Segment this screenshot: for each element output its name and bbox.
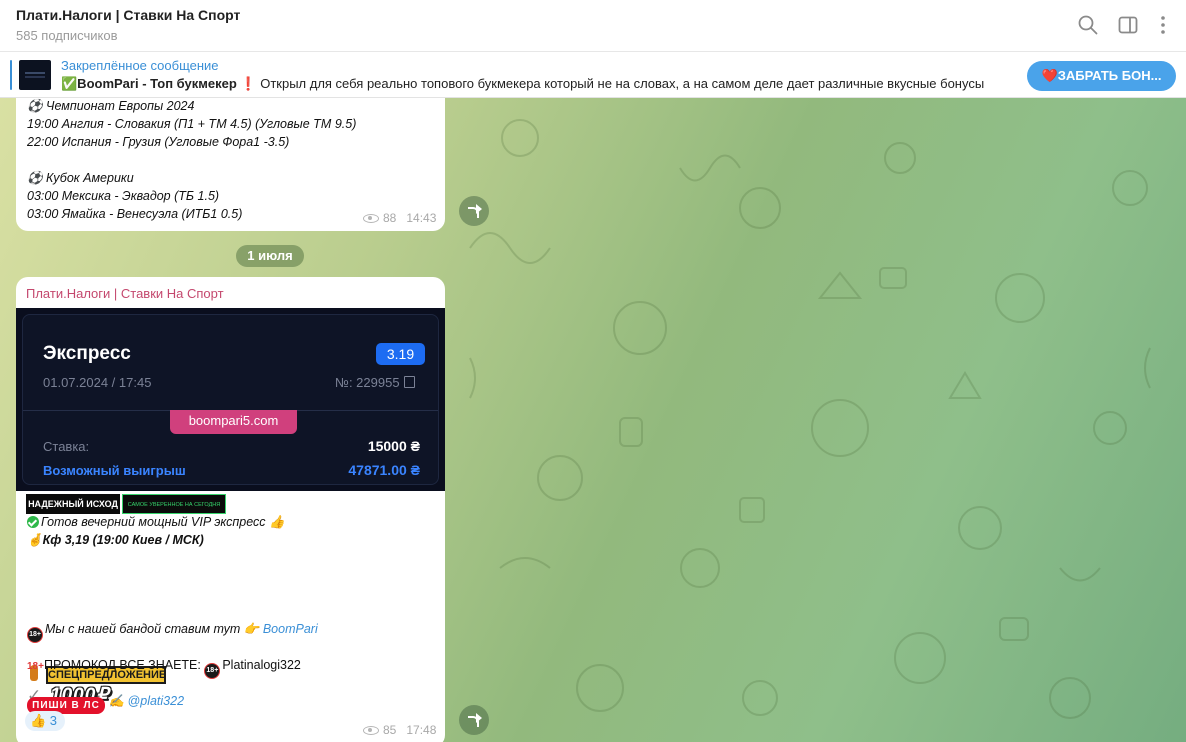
message-line: Готов вечерний мощный VIP экспресс 👍 xyxy=(27,515,285,530)
domain-tag: boompari5.com xyxy=(170,410,297,434)
bet-type: Экспресс xyxy=(43,343,131,364)
reliable-outcome-badge: НАДЕЖНЫЙ ИСХОД xyxy=(26,494,120,514)
date-separator: 1 июля xyxy=(236,245,304,267)
view-count: 88 xyxy=(383,211,397,225)
message-meta: 88 14:43 xyxy=(363,211,436,225)
band-text: Мы с нашей бандой ставим тут 👉 xyxy=(45,622,263,636)
ready-text: Готов вечерний мощный VIP экспресс 👍 xyxy=(41,515,285,529)
bet-number-text: №: 229955 xyxy=(335,375,400,390)
message-line: 🤞Кф 3,19 (19:00 Киев / МСК) xyxy=(27,533,204,548)
promo-code[interactable]: Platinalogi322 xyxy=(222,658,301,672)
views-icon xyxy=(363,214,379,223)
forward-icon[interactable] xyxy=(459,705,489,735)
pinned-body: ❗ Открыл для себя реально топового букме… xyxy=(236,76,985,91)
message-sender[interactable]: Плати.Налоги | Ставки На Спорт xyxy=(26,286,224,301)
pinned-label: Закреплённое сообщение xyxy=(61,58,219,73)
writing-hand-icon: ✍ xyxy=(108,694,125,708)
boompari-link[interactable]: BoomPari xyxy=(263,622,318,636)
contact-link[interactable]: @plati322 xyxy=(128,694,184,708)
potential-win-label: Возможный выигрыш xyxy=(43,463,186,478)
view-count: 85 xyxy=(383,723,397,737)
channel-title[interactable]: Плати.Налоги | Ставки На Спорт xyxy=(16,7,240,23)
bet-date: 01.07.2024 / 17:45 xyxy=(43,375,152,390)
age-18-icon: 18+ xyxy=(204,663,221,679)
pinned-text: ✅BoomPari - Топ букмекер ❗ Открыл для се… xyxy=(61,76,1011,92)
odds-text: Кф 3,19 (19:00 Киев / МСК) xyxy=(42,533,204,547)
message-line: ⚽ Чемпионат Европы 2024 xyxy=(27,99,195,113)
message-line: 18+ Мы с нашей бандой ставим тут 👉 BoomPa… xyxy=(27,622,318,643)
odds-badge: 3.19 xyxy=(376,343,425,365)
most-confident-badge: САМОЕ УВЕРЕННОЕ НА СЕГОДНЯ xyxy=(122,494,226,514)
message-meta: 85 17:48 xyxy=(363,723,436,737)
message-time: 14:43 xyxy=(406,211,437,225)
claim-bonus-button[interactable]: ❤️ЗАБРАТЬ БОН... xyxy=(1027,61,1176,91)
message-line: 19:00 Англия - Словакия (П1 + ТМ 4.5) (У… xyxy=(27,117,357,131)
age-18-icon: 18+ xyxy=(27,627,43,643)
message-line: 22:00 Испания - Грузия (Угловые Фора1 -3… xyxy=(27,135,290,149)
subscriber-count: 585 подписчиков xyxy=(16,28,118,43)
message-line: 03:00 Ямайка - Венесуэла (ИТБ1 0.5) xyxy=(27,207,243,221)
pinned-indicator xyxy=(10,60,12,90)
message-time: 17:48 xyxy=(406,723,437,737)
check-icon xyxy=(27,516,39,528)
bet-number: №: 229955 xyxy=(335,375,415,390)
search-icon[interactable] xyxy=(1077,14,1099,36)
copy-icon xyxy=(403,376,415,388)
promo-text: ПРОМОКОД ВСЕ ЗНАЕТЕ: xyxy=(43,658,205,672)
bet-slip-card: Экспресс 3.19 01.07.2024 / 17:45 №: 2299… xyxy=(22,314,439,485)
more-vertical-icon[interactable] xyxy=(1152,14,1174,36)
stake-label: Ставка: xyxy=(43,439,90,454)
pinned-message-bar[interactable]: Закреплённое сообщение ✅BoomPari - Топ б… xyxy=(0,52,1186,98)
forward-icon[interactable] xyxy=(459,196,489,226)
message-bubble-2[interactable]: Плати.Налоги | Ставки На Спорт Экспресс … xyxy=(16,277,445,742)
age-18-icon: 18+ xyxy=(27,661,44,672)
chat-header: Плати.Налоги | Ставки На Спорт 585 подпи… xyxy=(0,0,1186,52)
chat-area[interactable]: ⚽ Чемпионат Европы 2024 19:00 Англия - С… xyxy=(0,98,1186,742)
message-bubble-1[interactable]: ⚽ Чемпионат Европы 2024 19:00 Англия - С… xyxy=(16,98,445,231)
message-line: 18+ПРОМОКОД ВСЕ ЗНАЕТЕ: 18+ Platinalogi32… xyxy=(27,658,301,679)
message-line: ⚽ Кубок Америки xyxy=(27,171,134,185)
views-icon xyxy=(363,726,379,735)
potential-win-value: 47871.00 ₴ xyxy=(348,462,420,478)
pinned-title: ✅BoomPari - Топ букмекер xyxy=(61,76,237,91)
sidebar-toggle-icon[interactable] xyxy=(1117,14,1139,36)
reaction-thumbs-up[interactable]: 👍 3 xyxy=(25,711,65,731)
message-line: 03:00 Мексика - Эквадор (ТБ 1.5) xyxy=(27,189,220,203)
bet-slip-image[interactable]: Экспресс 3.19 01.07.2024 / 17:45 №: 2299… xyxy=(16,308,445,491)
pinned-thumbnail xyxy=(19,60,51,90)
fingers-crossed-icon: 🤞 xyxy=(27,533,43,547)
stake-value: 15000 ₴ xyxy=(367,438,420,454)
